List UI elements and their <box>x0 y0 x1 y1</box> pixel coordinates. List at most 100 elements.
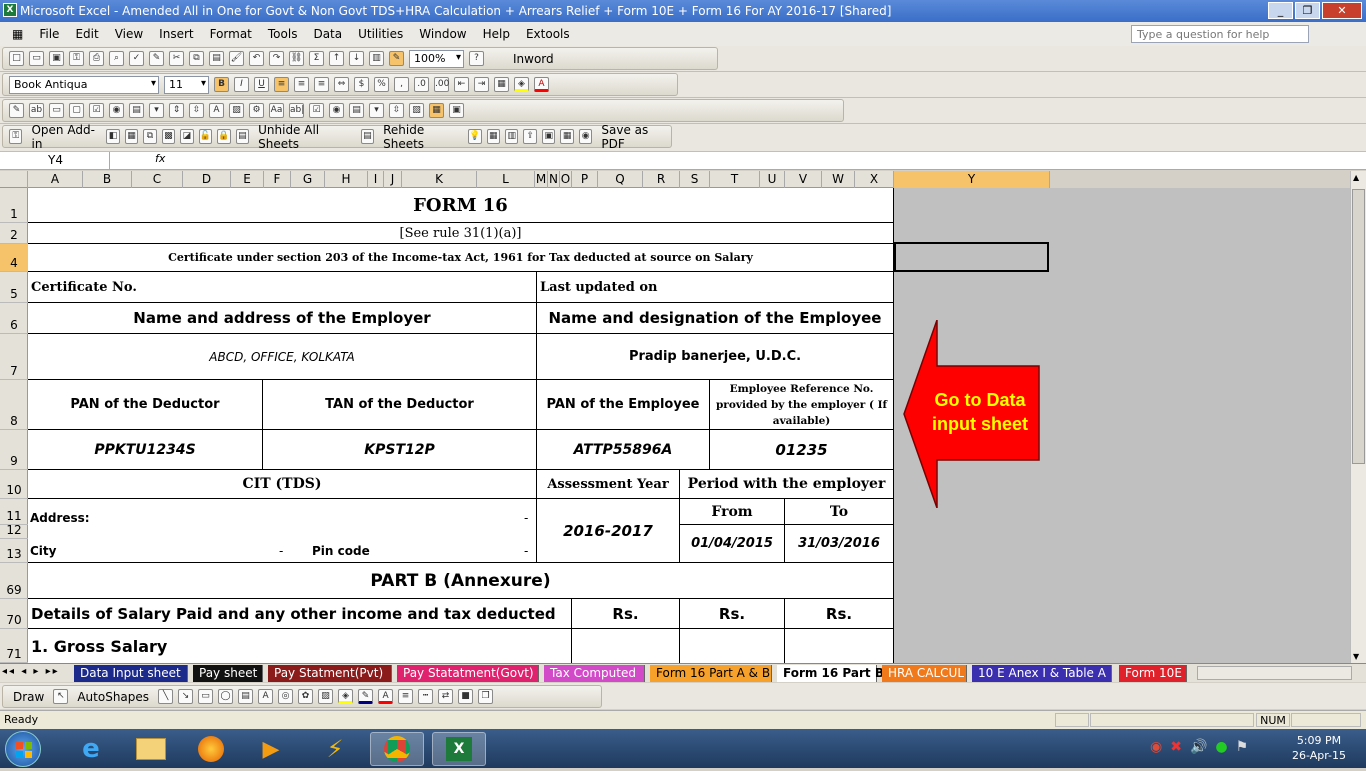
sheet-tab-form-16-part-b[interactable]: Form 16 Part B <box>777 665 884 682</box>
drawing-icon[interactable]: ✎ <box>389 51 404 66</box>
draw-menu[interactable]: Draw <box>9 690 48 704</box>
line-icon[interactable]: ╲ <box>158 689 174 704</box>
employer-value[interactable]: ABCD, OFFICE, KOLKATA <box>28 334 537 380</box>
row-header-13[interactable]: 13 <box>0 539 28 563</box>
menu-help[interactable]: Help <box>475 27 518 41</box>
percent-icon[interactable]: % <box>374 77 389 92</box>
form-button-icon[interactable]: ▢ <box>69 103 84 118</box>
increase-indent-icon[interactable]: ⇥ <box>474 77 489 92</box>
diagram-icon[interactable]: ◎ <box>278 689 294 704</box>
col-header-w[interactable]: W <box>822 171 855 188</box>
row-header-11[interactable]: 11 <box>0 499 28 525</box>
font-size-select[interactable]: 11 <box>164 75 209 94</box>
undo-icon[interactable]: ↶ <box>249 51 264 66</box>
addin-tool-5-icon[interactable]: ◪ <box>180 129 194 144</box>
col-header-f[interactable]: F <box>264 171 291 188</box>
restore-button[interactable]: ❐ <box>1295 2 1320 19</box>
firefox-icon[interactable] <box>184 732 238 766</box>
menu-utilities[interactable]: Utilities <box>350 27 411 41</box>
arrow-style-icon[interactable]: ⇄ <box>438 689 454 704</box>
table-icon[interactable]: ▦ <box>486 129 500 144</box>
employee-reference-value[interactable]: 01235 <box>710 430 894 470</box>
open-addin-button[interactable]: Open Add-in <box>27 123 101 151</box>
rehide-sheets-button[interactable]: Rehide Sheets <box>379 123 463 151</box>
clock[interactable]: 5:09 PM 26-Apr-15 <box>1292 733 1346 763</box>
tray-status-icon[interactable]: ● <box>1215 739 1227 755</box>
wordart-icon[interactable]: A <box>258 689 274 704</box>
gross-salary-rs-1[interactable] <box>572 629 680 663</box>
3d-icon[interactable]: ❒ <box>478 689 494 704</box>
form-listbox-icon[interactable]: ▤ <box>129 103 144 118</box>
horizontal-scrollbar[interactable] <box>1197 666 1352 680</box>
chart-wizard-icon[interactable]: ▥ <box>369 51 384 66</box>
control-combo-icon[interactable]: ▾ <box>369 103 384 118</box>
sheet-tab-data-input-sheet[interactable]: Data Input sheet <box>74 665 188 682</box>
calc-icon[interactable]: ▣ <box>541 129 556 144</box>
textbox-icon[interactable]: ▤ <box>238 689 254 704</box>
spelling-icon[interactable]: ✓ <box>129 51 144 66</box>
col-header-i[interactable]: I <box>368 171 384 188</box>
name-box[interactable]: Y4 <box>2 152 110 169</box>
col-header-b[interactable]: B <box>83 171 132 188</box>
control-textbox-icon[interactable]: ab| <box>289 103 304 118</box>
sheet-tab-hra-calcul[interactable]: HRA CALCUL <box>882 665 967 682</box>
col-header-g[interactable]: G <box>291 171 325 188</box>
menu-excel-icon[interactable]: ▦ <box>4 27 31 41</box>
control-checkbox-icon[interactable]: ☑ <box>309 103 324 118</box>
save-as-pdf-button[interactable]: Save as PDF <box>597 123 670 151</box>
col-header-e[interactable]: E <box>231 171 264 188</box>
format-painter-icon[interactable]: 🖌 <box>229 51 244 66</box>
tray-volume-icon[interactable]: 🔊 <box>1190 739 1207 755</box>
control-spin-icon[interactable]: ⇳ <box>389 103 404 118</box>
tray-flag-icon[interactable]: ⚑ <box>1236 739 1249 755</box>
pan-deductor-value[interactable]: PPKTU1234S <box>28 430 263 470</box>
form-properties-icon[interactable]: ⚙ <box>249 103 264 118</box>
menu-insert[interactable]: Insert <box>151 27 201 41</box>
print-icon[interactable]: ⎙ <box>89 51 104 66</box>
tan-deductor-label[interactable]: TAN of the Deductor <box>263 380 537 430</box>
menu-format[interactable]: Format <box>202 27 260 41</box>
menu-view[interactable]: View <box>107 27 151 41</box>
sheet-tab-tax-computed[interactable]: Tax Computed <box>544 665 645 682</box>
autoshapes-menu[interactable]: AutoShapes <box>73 690 153 704</box>
increase-decimal-icon[interactable]: .0 <box>414 77 429 92</box>
row-header-1[interactable]: 1 <box>0 188 28 223</box>
tray-network-icon[interactable]: ✖ <box>1170 739 1182 755</box>
row-header-69[interactable]: 69 <box>0 563 28 599</box>
help-icon[interactable]: ? <box>469 51 484 66</box>
sort-asc-icon[interactable]: ↑ <box>329 51 344 66</box>
tan-deductor-value[interactable]: KPST12P <box>263 430 537 470</box>
chrome-icon[interactable] <box>370 732 424 766</box>
clipart-icon[interactable]: ✿ <box>298 689 314 704</box>
row-header-5[interactable]: 5 <box>0 272 28 303</box>
form-title[interactable]: FORM 16 <box>28 188 894 223</box>
decrease-indent-icon[interactable]: ⇤ <box>454 77 469 92</box>
col-header-d[interactable]: D <box>183 171 231 188</box>
scroll-thumb[interactable] <box>1352 189 1365 464</box>
permission-icon[interactable]: ⚿ <box>69 51 84 66</box>
certificate-no-label[interactable]: Certificate No. <box>28 272 537 303</box>
fx-icon[interactable]: fx <box>155 152 165 165</box>
col-header-x[interactable]: X <box>855 171 894 188</box>
winamp-icon[interactable]: ⚡ <box>308 732 362 766</box>
menu-file[interactable]: File <box>31 27 67 41</box>
control-option-icon[interactable]: ◉ <box>329 103 344 118</box>
draw-font-color-icon[interactable]: A <box>378 689 394 704</box>
select-objects-icon[interactable]: ↖ <box>53 689 69 704</box>
formula-input[interactable] <box>172 153 1352 169</box>
assessment-year-value[interactable]: 2016-2017 <box>537 499 680 563</box>
col-header-o[interactable]: O <box>560 171 572 188</box>
col-header-h[interactable]: H <box>325 171 368 188</box>
hyperlink-icon[interactable]: ⛓ <box>289 51 304 66</box>
underline-icon[interactable]: U <box>254 77 269 92</box>
research-icon[interactable]: ✎ <box>149 51 164 66</box>
inword-button[interactable]: Inword <box>509 52 558 66</box>
line-style-icon[interactable]: ≡ <box>398 689 414 704</box>
menu-data[interactable]: Data <box>305 27 350 41</box>
form-edit-icon[interactable]: ab <box>29 103 44 118</box>
col-header-j[interactable]: J <box>384 171 402 188</box>
font-name-select[interactable]: Book Antiqua <box>9 75 159 94</box>
shadow-icon[interactable]: ■ <box>458 689 474 704</box>
employee-reference-label[interactable]: Employee Reference No. provided by the e… <box>710 380 894 430</box>
scroll-up-icon[interactable]: ▲ <box>1353 173 1359 182</box>
